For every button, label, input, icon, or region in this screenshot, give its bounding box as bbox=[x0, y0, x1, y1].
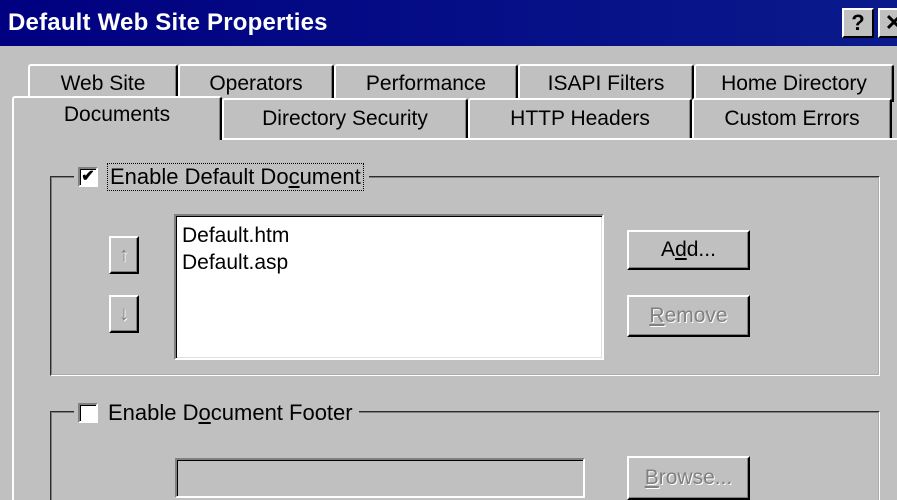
enable-default-document-label: Enable Default Document bbox=[107, 163, 364, 191]
tab-label: Documents bbox=[63, 103, 171, 126]
arrow-down-icon: ↓ bbox=[119, 302, 129, 325]
enable-default-document[interactable]: ✔ Enable Default Document bbox=[74, 162, 369, 192]
tab-documents[interactable]: Documents bbox=[12, 96, 222, 140]
button-text: d... bbox=[686, 238, 716, 261]
button-text: A bbox=[661, 238, 676, 261]
tab-label: HTTP Headers bbox=[510, 107, 650, 130]
label-text: ument bbox=[299, 164, 361, 189]
accelerator-key: d bbox=[675, 238, 687, 261]
tab-label: Web Site bbox=[60, 72, 146, 95]
list-item[interactable]: Default.asp bbox=[182, 249, 596, 276]
accelerator-key: R bbox=[649, 304, 665, 327]
default-documents-list[interactable]: Default.htm Default.asp bbox=[174, 214, 604, 360]
checkmark-icon: ✔ bbox=[81, 168, 95, 185]
help-icon: ? bbox=[851, 10, 865, 35]
enable-document-footer-label: Enable Document Footer bbox=[108, 400, 353, 426]
tab-http-headers[interactable]: HTTP Headers bbox=[468, 98, 692, 138]
close-button[interactable]: ✕ bbox=[878, 8, 897, 38]
add-button[interactable]: Ad d... bbox=[627, 230, 750, 270]
browse-button[interactable]: Browse... bbox=[627, 456, 750, 500]
accelerator-key: c bbox=[288, 164, 300, 189]
label-text: Enable Default Do bbox=[110, 164, 289, 189]
tab-label: Home Directory bbox=[721, 72, 867, 95]
enable-default-document-checkbox[interactable]: ✔ bbox=[78, 167, 98, 187]
accelerator-key: B bbox=[644, 466, 659, 489]
label-text: Enable D bbox=[108, 400, 199, 425]
tab-label: Directory Security bbox=[262, 107, 428, 130]
button-text: rowse... bbox=[658, 466, 733, 489]
move-up-button[interactable]: ↑ bbox=[109, 236, 139, 274]
window-title: Default Web Site Properties bbox=[8, 9, 328, 36]
tab-label: Performance bbox=[365, 72, 487, 95]
tab-label: Operators bbox=[209, 72, 303, 95]
remove-button[interactable]: Remove bbox=[627, 295, 750, 337]
list-item[interactable]: Default.htm bbox=[182, 222, 596, 249]
close-icon: ✕ bbox=[884, 10, 897, 35]
enable-document-footer[interactable]: Enable Document Footer bbox=[74, 398, 359, 428]
tab-directory-security[interactable]: Directory Security bbox=[222, 98, 468, 138]
button-text: emove bbox=[664, 304, 728, 327]
tab-label: ISAPI Filters bbox=[547, 72, 665, 95]
title-bar: Default Web Site Properties ? ✕ bbox=[0, 0, 897, 46]
tab-home-directory[interactable]: Home Directory bbox=[694, 64, 894, 102]
enable-document-footer-checkbox[interactable] bbox=[78, 403, 98, 423]
accelerator-key: o bbox=[198, 400, 211, 425]
label-text: cument Footer bbox=[210, 400, 353, 425]
tab-label: Custom Errors bbox=[724, 107, 860, 130]
help-button[interactable]: ? bbox=[842, 8, 874, 38]
footer-file-input[interactable] bbox=[175, 458, 585, 498]
tab-custom-errors[interactable]: Custom Errors bbox=[692, 98, 892, 138]
move-down-button[interactable]: ↓ bbox=[109, 295, 139, 333]
tab-isapi-filters[interactable]: ISAPI Filters bbox=[518, 64, 694, 102]
arrow-up-icon: ↑ bbox=[119, 243, 129, 266]
tab-performance[interactable]: Performance bbox=[334, 64, 518, 102]
